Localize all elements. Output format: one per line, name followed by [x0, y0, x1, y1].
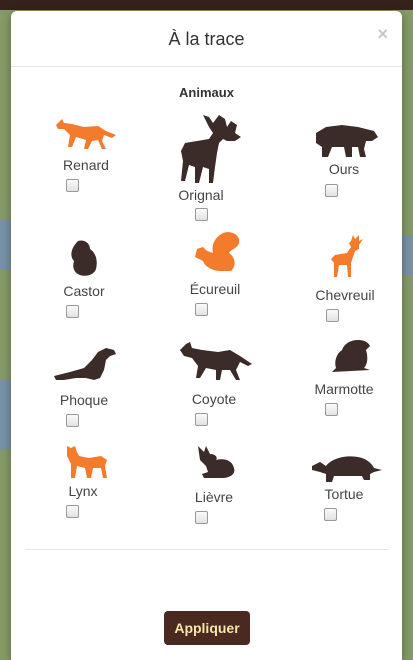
hare-icon: [198, 446, 235, 478]
deer-icon: [331, 235, 363, 277]
lievre-checkbox[interactable]: [195, 511, 208, 524]
animal-label: Écureuil: [189, 281, 241, 297]
chevreuil-checkbox[interactable]: [326, 309, 339, 322]
seal-icon: [54, 348, 116, 380]
animal-label: Phoque: [59, 392, 109, 408]
tortue-checkbox[interactable]: [324, 508, 337, 521]
fox-icon: [56, 119, 116, 149]
apply-button[interactable]: Appliquer: [164, 611, 250, 645]
renard-checkbox[interactable]: [66, 179, 79, 192]
squirrel-icon: [195, 232, 240, 271]
coyote-checkbox[interactable]: [195, 413, 208, 426]
close-button[interactable]: ×: [377, 25, 388, 43]
turtle-icon: [312, 456, 382, 482]
animal-label: Coyote: [191, 391, 237, 407]
animal-label: Chevreuil: [315, 287, 375, 303]
animal-label: Lièvre: [194, 489, 234, 505]
lynx-checkbox[interactable]: [66, 505, 79, 518]
castor-checkbox[interactable]: [66, 305, 79, 318]
beaver-icon: [71, 240, 97, 276]
footer-divider: [25, 549, 388, 550]
animal-label: Renard: [63, 157, 109, 173]
ecureuil-checkbox[interactable]: [195, 303, 208, 316]
filter-modal: À la trace × Animaux Renard Orignal Ours…: [11, 11, 402, 660]
coyote-icon: [180, 342, 252, 380]
marmotte-checkbox[interactable]: [325, 403, 338, 416]
modal-header: À la trace ×: [11, 11, 402, 67]
lynx-icon: [67, 446, 107, 478]
orignal-checkbox[interactable]: [195, 208, 208, 221]
modal-title: À la trace: [168, 29, 245, 49]
animal-label: Ours: [328, 161, 360, 177]
phoque-checkbox[interactable]: [66, 414, 79, 427]
bear-icon: [316, 125, 378, 157]
animal-label: Lynx: [68, 483, 98, 499]
groundhog-icon: [332, 340, 370, 372]
moose-icon: [181, 115, 241, 183]
animal-label: Castor: [63, 283, 105, 299]
section-title: Animaux: [179, 85, 234, 100]
animal-label: Tortue: [324, 486, 364, 502]
animal-label: Orignal: [178, 187, 224, 203]
animal-label: Marmotte: [314, 381, 374, 397]
ours-checkbox[interactable]: [325, 184, 338, 197]
